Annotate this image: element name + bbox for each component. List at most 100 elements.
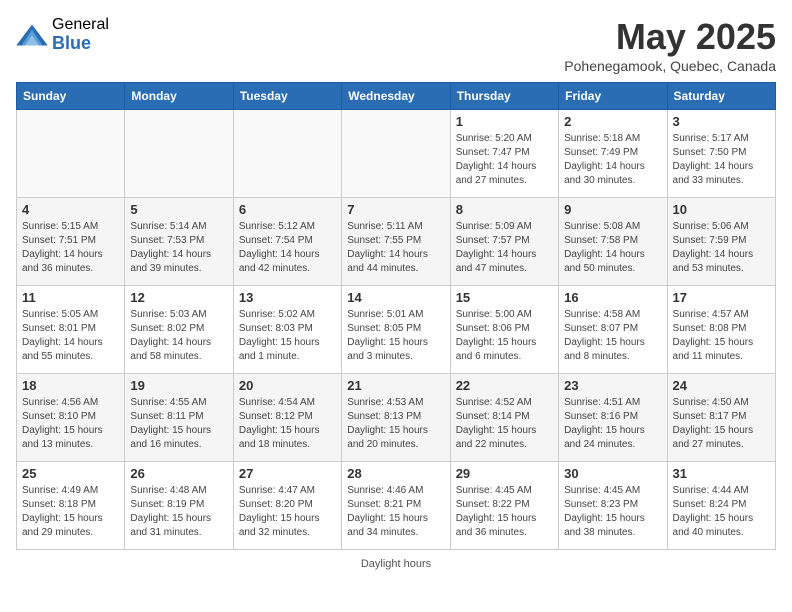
- calendar-cell: 22Sunrise: 4:52 AM Sunset: 8:14 PM Dayli…: [450, 374, 558, 462]
- footer: Daylight hours: [16, 558, 776, 570]
- day-number: 26: [130, 466, 227, 481]
- calendar-cell: 10 Sunrise: 5:06 AM Sunset: 7:59 PM Dayli…: [667, 198, 775, 286]
- weekday-header: Saturday: [667, 83, 775, 110]
- day-number: 22: [456, 378, 553, 393]
- calendar-cell: 20Sunrise: 4:54 AM Sunset: 8:12 PM Dayli…: [233, 374, 341, 462]
- day-info: Sunrise: 4:45 AM Sunset: 8:22 PM Dayligh…: [456, 484, 553, 540]
- calendar-cell: [233, 110, 341, 198]
- day-info: Sunrise: 5:12 AM Sunset: 7:54 PM Dayligh…: [239, 220, 336, 276]
- day-info: Sunrise: 4:49 AM Sunset: 8:18 PM Dayligh…: [22, 484, 119, 540]
- day-info: Sunrise: 5:01 AM Sunset: 8:05 PM Dayligh…: [347, 308, 444, 364]
- calendar-cell: 7 Sunrise: 5:11 AM Sunset: 7:55 PM Daylig…: [342, 198, 450, 286]
- calendar-cell: 15 Sunrise: 5:00 AM Sunset: 8:06 PM Dayli…: [450, 286, 558, 374]
- weekday-header: Tuesday: [233, 83, 341, 110]
- calendar-cell: 4 Sunrise: 5:15 AM Sunset: 7:51 PM Daylig…: [17, 198, 125, 286]
- day-number: 1: [456, 114, 553, 129]
- calendar-cell: 16 Sunrise: 4:58 AM Sunset: 8:07 PM Dayli…: [559, 286, 667, 374]
- day-number: 15: [456, 290, 553, 305]
- calendar-cell: 31 Sunrise: 4:44 AM Sunset: 8:24 PM Dayli…: [667, 462, 775, 550]
- day-info: Sunrise: 5:02 AM Sunset: 8:03 PM Dayligh…: [239, 308, 336, 364]
- calendar-cell: 29 Sunrise: 4:45 AM Sunset: 8:22 PM Dayli…: [450, 462, 558, 550]
- day-number: 12: [130, 290, 227, 305]
- day-info: Sunrise: 5:09 AM Sunset: 7:57 PM Dayligh…: [456, 220, 553, 276]
- day-info: Sunrise: 5:18 AM Sunset: 7:49 PM Dayligh…: [564, 132, 661, 188]
- day-info: Sunrise: 4:55 AM Sunset: 8:11 PM Dayligh…: [130, 396, 227, 452]
- day-number: 3: [673, 114, 770, 129]
- day-number: 24: [673, 378, 770, 393]
- day-number: 19: [130, 378, 227, 393]
- calendar-cell: 2 Sunrise: 5:18 AM Sunset: 7:49 PM Daylig…: [559, 110, 667, 198]
- day-number: 4: [22, 202, 119, 217]
- day-info: Sunrise: 4:56 AM Sunset: 8:10 PM Dayligh…: [22, 396, 119, 452]
- day-info: Sunrise: 5:00 AM Sunset: 8:06 PM Dayligh…: [456, 308, 553, 364]
- page-header: General Blue May 2025 Pohenegamook, Queb…: [16, 16, 776, 74]
- day-number: 31: [673, 466, 770, 481]
- day-number: 23: [564, 378, 661, 393]
- day-info: Sunrise: 4:53 AM Sunset: 8:13 PM Dayligh…: [347, 396, 444, 452]
- calendar-body: 1Sunrise: 5:20 AM Sunset: 7:47 PM Daylig…: [17, 110, 776, 550]
- calendar-cell: 8Sunrise: 5:09 AM Sunset: 7:57 PM Daylig…: [450, 198, 558, 286]
- calendar-week-row: 11 Sunrise: 5:05 AM Sunset: 8:01 PM Dayli…: [17, 286, 776, 374]
- day-info: Sunrise: 5:05 AM Sunset: 8:01 PM Dayligh…: [22, 308, 119, 364]
- day-info: Sunrise: 4:58 AM Sunset: 8:07 PM Dayligh…: [564, 308, 661, 364]
- weekday-header: Wednesday: [342, 83, 450, 110]
- day-number: 17: [673, 290, 770, 305]
- logo-icon: [16, 21, 48, 49]
- calendar-cell: 14 Sunrise: 5:01 AM Sunset: 8:05 PM Dayli…: [342, 286, 450, 374]
- day-number: 10: [673, 202, 770, 217]
- day-number: 30: [564, 466, 661, 481]
- day-info: Sunrise: 4:50 AM Sunset: 8:17 PM Dayligh…: [673, 396, 770, 452]
- daylight-label: Daylight hours: [361, 558, 431, 570]
- day-number: 6: [239, 202, 336, 217]
- calendar-cell: 21 Sunrise: 4:53 AM Sunset: 8:13 PM Dayli…: [342, 374, 450, 462]
- day-number: 29: [456, 466, 553, 481]
- day-info: Sunrise: 5:03 AM Sunset: 8:02 PM Dayligh…: [130, 308, 227, 364]
- calendar-cell: 18 Sunrise: 4:56 AM Sunset: 8:10 PM Dayli…: [17, 374, 125, 462]
- day-info: Sunrise: 4:46 AM Sunset: 8:21 PM Dayligh…: [347, 484, 444, 540]
- calendar-cell: 3Sunrise: 5:17 AM Sunset: 7:50 PM Daylig…: [667, 110, 775, 198]
- calendar-week-row: 18 Sunrise: 4:56 AM Sunset: 8:10 PM Dayli…: [17, 374, 776, 462]
- header-row: SundayMondayTuesdayWednesdayThursdayFrid…: [17, 83, 776, 110]
- day-info: Sunrise: 4:57 AM Sunset: 8:08 PM Dayligh…: [673, 308, 770, 364]
- calendar-header: SundayMondayTuesdayWednesdayThursdayFrid…: [17, 83, 776, 110]
- day-number: 7: [347, 202, 444, 217]
- calendar-cell: 9 Sunrise: 5:08 AM Sunset: 7:58 PM Daylig…: [559, 198, 667, 286]
- day-number: 2: [564, 114, 661, 129]
- day-number: 14: [347, 290, 444, 305]
- calendar-cell: 25 Sunrise: 4:49 AM Sunset: 8:18 PM Dayli…: [17, 462, 125, 550]
- day-info: Sunrise: 5:15 AM Sunset: 7:51 PM Dayligh…: [22, 220, 119, 276]
- day-number: 16: [564, 290, 661, 305]
- weekday-header: Monday: [125, 83, 233, 110]
- calendar-cell: 28Sunrise: 4:46 AM Sunset: 8:21 PM Dayli…: [342, 462, 450, 550]
- calendar-cell: 19 Sunrise: 4:55 AM Sunset: 8:11 PM Dayli…: [125, 374, 233, 462]
- calendar-cell: [17, 110, 125, 198]
- day-info: Sunrise: 5:06 AM Sunset: 7:59 PM Dayligh…: [673, 220, 770, 276]
- day-info: Sunrise: 4:47 AM Sunset: 8:20 PM Dayligh…: [239, 484, 336, 540]
- logo: General Blue: [16, 16, 109, 53]
- calendar-cell: [342, 110, 450, 198]
- day-number: 11: [22, 290, 119, 305]
- day-number: 5: [130, 202, 227, 217]
- calendar-cell: 24 Sunrise: 4:50 AM Sunset: 8:17 PM Dayli…: [667, 374, 775, 462]
- month-title: May 2025: [564, 16, 776, 58]
- day-number: 18: [22, 378, 119, 393]
- day-info: Sunrise: 5:08 AM Sunset: 7:58 PM Dayligh…: [564, 220, 661, 276]
- logo-blue: Blue: [52, 34, 109, 54]
- location-subtitle: Pohenegamook, Quebec, Canada: [564, 58, 776, 74]
- calendar-cell: 30Sunrise: 4:45 AM Sunset: 8:23 PM Dayli…: [559, 462, 667, 550]
- calendar-table: SundayMondayTuesdayWednesdayThursdayFrid…: [16, 82, 776, 550]
- calendar-cell: 5Sunrise: 5:14 AM Sunset: 7:53 PM Daylig…: [125, 198, 233, 286]
- calendar-week-row: 4 Sunrise: 5:15 AM Sunset: 7:51 PM Daylig…: [17, 198, 776, 286]
- weekday-header: Sunday: [17, 83, 125, 110]
- day-info: Sunrise: 4:48 AM Sunset: 8:19 PM Dayligh…: [130, 484, 227, 540]
- calendar-cell: 6 Sunrise: 5:12 AM Sunset: 7:54 PM Daylig…: [233, 198, 341, 286]
- day-number: 21: [347, 378, 444, 393]
- calendar-week-row: 25 Sunrise: 4:49 AM Sunset: 8:18 PM Dayli…: [17, 462, 776, 550]
- day-info: Sunrise: 5:11 AM Sunset: 7:55 PM Dayligh…: [347, 220, 444, 276]
- logo-text: General Blue: [52, 16, 109, 53]
- day-number: 25: [22, 466, 119, 481]
- calendar-cell: 12 Sunrise: 5:03 AM Sunset: 8:02 PM Dayli…: [125, 286, 233, 374]
- day-info: Sunrise: 4:44 AM Sunset: 8:24 PM Dayligh…: [673, 484, 770, 540]
- day-number: 9: [564, 202, 661, 217]
- day-info: Sunrise: 4:54 AM Sunset: 8:12 PM Dayligh…: [239, 396, 336, 452]
